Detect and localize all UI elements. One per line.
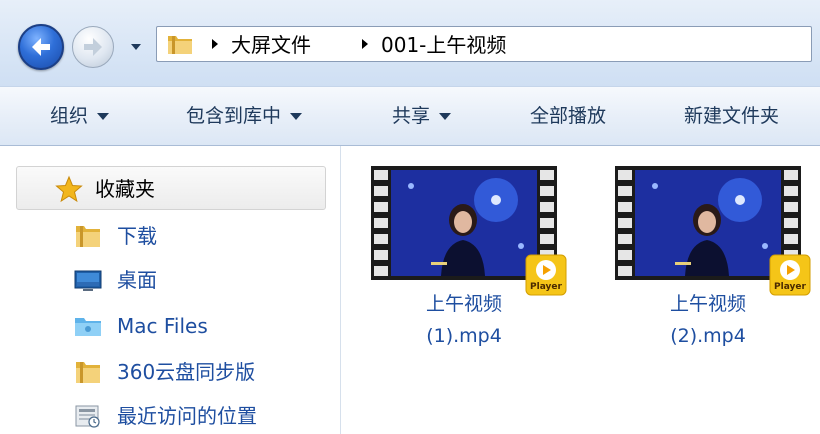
nav-item-recent-places[interactable]: 最近访问的位置 (74, 398, 334, 434)
nav-item-label: 360云盘同步版 (117, 360, 256, 384)
file-name: 上午视频 (2).mp4 (585, 288, 820, 352)
file-name-line: 上午视频 (669, 293, 746, 315)
command-bar: 组织 包含到库中 共享 全部播放 新建文件夹 (0, 86, 820, 146)
folder-icon (168, 36, 192, 54)
favorites-header[interactable]: 收藏夹 (16, 166, 326, 210)
back-arrow-icon (32, 38, 50, 56)
nav-item-downloads[interactable]: 下载 (74, 218, 334, 254)
nav-item-mac-files[interactable]: Mac Files (74, 308, 334, 344)
folder-icon (76, 362, 100, 383)
play-all-label: 全部播放 (530, 105, 607, 127)
desktop-icon (74, 270, 102, 291)
file-name-line: 上午视频 (425, 293, 502, 315)
file-name: 上午视频 (1).mp4 (341, 288, 587, 352)
breadcrumb-item[interactable]: 001-上午视频 (381, 32, 506, 58)
recent-places-icon (75, 405, 100, 428)
file-name-line: (2).mp4 (670, 325, 746, 347)
folder-icon (76, 226, 100, 247)
chevron-down-icon (290, 112, 303, 120)
forward-button[interactable] (72, 26, 114, 68)
back-button[interactable] (18, 24, 64, 70)
breadcrumb-arrow-icon[interactable] (211, 38, 219, 50)
nav-item-label: 下载 (117, 224, 157, 248)
address-bar-strip: 大屏文件 001-上午视频 (0, 0, 820, 86)
nav-item-label: 桌面 (117, 268, 157, 292)
file-item[interactable]: Player 上午视频 (2).mp4 (585, 162, 811, 372)
nav-item-label: 最近访问的位置 (117, 404, 257, 428)
breadcrumb-arrow-icon[interactable] (361, 38, 369, 50)
favorites-label: 收藏夹 (95, 177, 155, 201)
file-item[interactable]: Player 上午视频 (1).mp4 (341, 162, 567, 372)
organize-label: 组织 (50, 105, 89, 127)
file-list: Player 上午视频 (1).mp4 Player 上午视频 (2).mp4 (341, 146, 820, 434)
chevron-down-icon (131, 44, 141, 50)
chevron-down-icon (97, 112, 110, 120)
new-folder-label: 新建文件夹 (684, 105, 780, 127)
navigation-pane: 收藏夹 下载 桌面 Mac Files 360云盘同步版 最近访问的位置 (0, 146, 340, 434)
chevron-down-icon (439, 112, 452, 120)
nav-item-360-cloud[interactable]: 360云盘同步版 (74, 354, 334, 390)
address-box[interactable]: 大屏文件 001-上午视频 (156, 26, 812, 62)
nav-item-label: Mac Files (117, 314, 208, 338)
file-name-line: (1).mp4 (426, 325, 502, 347)
include-in-library-label: 包含到库中 (186, 105, 282, 127)
star-icon (55, 175, 83, 203)
include-in-library-button[interactable]: 包含到库中 (186, 101, 303, 131)
share-label: 共享 (392, 105, 431, 127)
new-folder-button[interactable]: 新建文件夹 (684, 101, 779, 131)
recent-pages-dropdown[interactable] (128, 40, 144, 54)
forward-arrow-icon (84, 38, 102, 56)
organize-button[interactable]: 组织 (50, 101, 110, 131)
mac-folder-icon (75, 318, 101, 336)
nav-item-desktop[interactable]: 桌面 (74, 262, 334, 298)
share-button[interactable]: 共享 (392, 101, 452, 131)
breadcrumb-item[interactable]: 大屏文件 (231, 32, 311, 58)
play-all-button[interactable]: 全部播放 (530, 101, 606, 131)
